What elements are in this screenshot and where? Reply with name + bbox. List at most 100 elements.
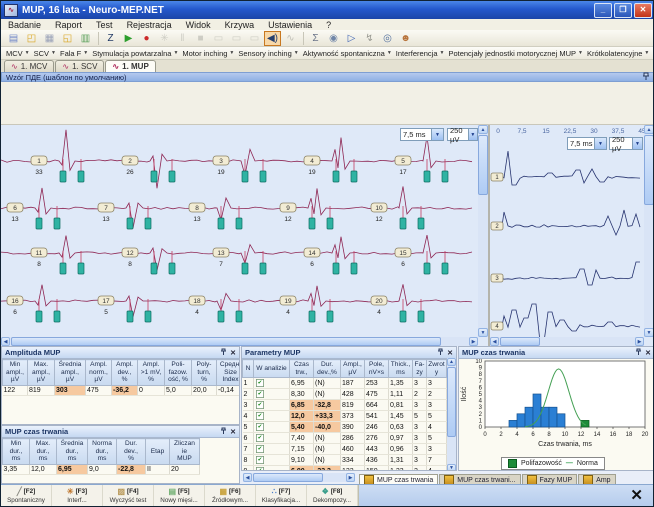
mup-marker[interactable]: 226 (122, 156, 175, 182)
start-icon[interactable]: ▶ (120, 31, 137, 46)
trace-label[interactable]: 4 (491, 322, 503, 330)
scroll-up-icon[interactable]: ▲ (644, 125, 654, 134)
test-button-fala-f[interactable]: Fala F▼ (58, 49, 90, 58)
close-icon[interactable]: ✕ (447, 349, 453, 357)
monitor3-icon[interactable]: ▭ (246, 31, 263, 46)
scroll-left-icon[interactable]: ◀ (243, 473, 252, 482)
mup-marker[interactable]: 118 (31, 248, 84, 274)
impedance-icon[interactable]: Z (102, 31, 119, 46)
column-header[interactable]: Средн. Size Index (217, 360, 241, 386)
trace-label[interactable]: 2 (491, 222, 503, 230)
in-analysis-checkbox[interactable]: ✔ (256, 445, 264, 453)
chevron-down-icon[interactable]: ▼ (431, 129, 443, 140)
trace-label[interactable]: 1 (491, 173, 503, 181)
pin-icon[interactable] (642, 72, 650, 83)
column-header[interactable]: N (243, 360, 254, 378)
column-header[interactable]: Ampl. norm., µV (86, 360, 112, 386)
column-header[interactable]: Fa- zy (413, 360, 427, 378)
tab-1mup[interactable]: ∿1. MUP (105, 60, 155, 72)
scroll-down-icon[interactable]: ▼ (447, 464, 456, 471)
vertical-scrollbar[interactable]: ▲ ▼ (478, 125, 488, 337)
mup-marker[interactable]: 133 (31, 156, 84, 182)
scroll-left-icon[interactable]: ◀ (1, 337, 10, 346)
column-header[interactable]: Poly- turn, % (192, 360, 217, 386)
scrollbar-thumb[interactable] (253, 473, 323, 482)
mup-marker[interactable]: 813 (189, 203, 242, 229)
column-header[interactable]: Min ampl., µV (3, 360, 28, 386)
average-icon[interactable]: Σ (307, 31, 324, 46)
test-button-scv[interactable]: SCV▼ (32, 49, 58, 58)
in-analysis-checkbox[interactable]: ✔ (256, 412, 264, 420)
close-icon[interactable]: ✕ (645, 349, 651, 357)
column-header[interactable]: Etap (146, 439, 170, 465)
scroll-up-icon[interactable]: ▲ (478, 125, 488, 134)
fkey-f2[interactable]: ╱[F2]Spontaniczny (1, 485, 52, 507)
column-header[interactable]: Thick., ms (389, 360, 413, 378)
test-button-kr-tkolatencyjne[interactable]: Krótkolatencyjne▼ (585, 49, 651, 58)
scrollbar-thumb[interactable] (500, 337, 540, 346)
pin-icon[interactable] (437, 348, 444, 358)
pin-icon[interactable] (635, 348, 642, 358)
record-icon[interactable]: ● (138, 31, 155, 46)
close-button[interactable]: ✕ (634, 3, 652, 18)
horizontal-scrollbar[interactable]: ◀ ▶ (490, 337, 644, 346)
levels-icon[interactable]: ∿ (282, 31, 299, 46)
in-analysis-checkbox[interactable]: ✔ (256, 379, 264, 387)
sweep-select[interactable]: 7,5 ms▼ (400, 128, 444, 141)
lightning-icon[interactable]: ↯ (361, 31, 378, 46)
review-icon[interactable]: ◎ (379, 31, 396, 46)
cursor-icon[interactable]: ▷ (343, 31, 360, 46)
scroll-right-icon[interactable]: ▶ (469, 337, 478, 346)
column-header[interactable]: Min dur., ms (3, 439, 30, 465)
column-header[interactable]: Max. dur., ms (30, 439, 57, 465)
sweep-select-right[interactable]: 7,5 ms▼ (567, 137, 607, 150)
pin-icon[interactable] (220, 348, 227, 358)
column-header[interactable]: Średnia ampl., µV (55, 360, 86, 386)
column-header[interactable]: Zliczan ie MUP (170, 439, 200, 465)
table-row[interactable]: 7✔7,15(N)4604430,96330,7 (243, 444, 448, 455)
mup-marker[interactable]: 146 (304, 248, 357, 274)
menu-item-[interactable]: ? (319, 20, 338, 30)
horizontal-scrollbar[interactable]: ◀ ▶ (1, 337, 478, 346)
column-header[interactable]: Norma dur., ms (88, 439, 117, 465)
table-row[interactable]: 1✔6,95(N)1872531,35330,8 (243, 378, 448, 389)
fkey-f5[interactable]: ▤[F5]Nowy mięsi... (154, 485, 205, 507)
scrollbar-thumb[interactable] (447, 367, 456, 437)
column-header[interactable]: Dur. dev.,% (314, 360, 341, 378)
save-icon[interactable]: ▦ (41, 31, 58, 46)
scroll-up-icon[interactable]: ▲ (447, 358, 456, 366)
sound-icon[interactable]: ◀) (264, 31, 281, 46)
close-panel-x-icon[interactable]: ✕ (630, 486, 643, 504)
monitor-icon[interactable]: ▭ (210, 31, 227, 46)
mup-marker[interactable]: 517 (395, 156, 448, 182)
column-header[interactable]: Pole, nV×s (365, 360, 389, 378)
export-icon[interactable]: ◱ (59, 31, 76, 46)
vertical-scrollbar[interactable]: ▲ ▼ (447, 358, 456, 471)
test-button-sensory-inching[interactable]: Sensory inching▼ (236, 49, 300, 58)
scrollbar-thumb[interactable] (11, 337, 441, 346)
column-header[interactable]: Dur. dev., % (117, 439, 146, 465)
menu-item-krzywa[interactable]: Krzywa (218, 20, 262, 30)
mup-marker[interactable]: 137 (213, 248, 266, 274)
pause-icon[interactable]: ‖ (174, 31, 191, 46)
patients-icon[interactable]: ☻ (397, 31, 414, 46)
fkey-f8[interactable]: ❖[F8]Dekompozy... (307, 485, 358, 507)
gain-select-right[interactable]: 250 µV▼ (609, 137, 643, 150)
column-header[interactable]: Średnia dur., ms (57, 439, 88, 465)
table-row[interactable]: 3✔6,85-32,88196640,81330,5 (243, 400, 448, 411)
fkey-f6[interactable]: ▦[F6]Źródłowym... (205, 485, 256, 507)
mup-marker[interactable]: 613 (7, 203, 60, 229)
mup-marker[interactable]: 713 (98, 203, 151, 229)
table-row[interactable]: 8✔9,10(N)3344361,31370,8 (243, 455, 448, 466)
in-analysis-checkbox[interactable]: ✔ (256, 434, 264, 442)
mup-waveform-area[interactable]: 1332263194195176137138139121012118128137… (1, 125, 488, 346)
menu-item-badanie[interactable]: Badanie (1, 20, 48, 30)
menu-item-test[interactable]: Test (89, 20, 120, 30)
mup-marker[interactable]: 912 (280, 203, 333, 229)
column-header[interactable]: Ampl. dev., % (112, 360, 138, 386)
stimulator-icon[interactable]: ✳ (156, 31, 173, 46)
pin-icon[interactable] (220, 427, 227, 437)
tab-1scv[interactable]: ∿1. SCV (55, 60, 104, 72)
in-analysis-checkbox[interactable]: ✔ (256, 456, 264, 464)
raw-signal-area[interactable]: 07,51522,53037,5451234 7,5 ms▼ 250 µV▼ ▲… (490, 125, 654, 346)
